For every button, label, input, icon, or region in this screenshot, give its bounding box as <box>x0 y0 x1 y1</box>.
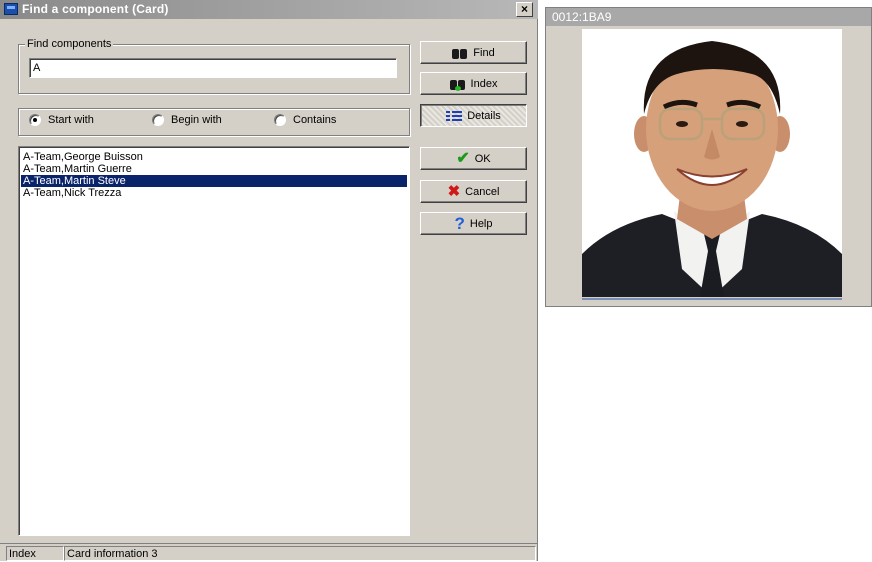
dialog-titlebar[interactable]: Find a component (Card) × <box>0 0 538 19</box>
radio-begin-with-control[interactable] <box>152 114 164 126</box>
binoculars-icon <box>452 46 468 60</box>
radio-contains-label: Contains <box>293 114 337 126</box>
checkmark-icon: ✔ <box>456 149 470 167</box>
binoculars-index-icon <box>449 77 466 91</box>
results-list[interactable]: A-Team,George Buisson A-Team,Martin Guer… <box>18 146 410 536</box>
radio-contains-control[interactable] <box>274 114 286 126</box>
close-icon: × <box>520 2 528 16</box>
photo-bottom-rule <box>582 298 842 300</box>
cancel-x-icon: ✖ <box>447 182 461 200</box>
help-button[interactable]: ? Help <box>420 212 527 235</box>
radio-start-with-label: Start with <box>48 114 94 126</box>
list-item[interactable]: A-Team,Martin Guerre <box>21 163 407 175</box>
radio-start-with[interactable]: Start with <box>29 114 94 126</box>
find-button[interactable]: Find <box>420 41 527 64</box>
list-item[interactable]: A-Team,Nick Trezza <box>21 187 407 199</box>
search-mode-group: Start with Begin with Contains <box>18 108 410 136</box>
radio-start-with-control[interactable] <box>29 114 41 126</box>
find-components-label: Find components <box>25 38 114 50</box>
help-button-label: Help <box>469 217 493 230</box>
status-mode: Index <box>6 546 64 561</box>
find-button-label: Find <box>473 46 495 59</box>
cancel-button[interactable]: ✖ Cancel <box>420 180 527 203</box>
ok-button[interactable]: ✔ OK <box>420 147 527 170</box>
find-component-dialog: Find a component (Card) × Find component… <box>0 0 538 561</box>
dialog-title: Find a component (Card) <box>22 2 169 16</box>
find-input[interactable] <box>29 58 397 78</box>
details-button-label: Details <box>467 109 501 122</box>
status-info: Card information 3 <box>64 546 536 561</box>
cardholder-photo <box>582 29 842 297</box>
index-button[interactable]: Index <box>420 72 527 95</box>
find-components-group: Find components <box>18 38 410 94</box>
status-bar: Index Card information 3 <box>0 543 537 561</box>
photo-window: 0012:1BA9 <box>545 7 872 307</box>
cancel-button-label: Cancel <box>465 185 500 198</box>
app-icon <box>4 3 18 15</box>
close-button[interactable]: × <box>516 2 533 17</box>
list-item[interactable]: A-Team,George Buisson <box>21 151 407 163</box>
radio-begin-with-label: Begin with <box>171 114 222 126</box>
index-button-label: Index <box>470 77 498 90</box>
ok-button-label: OK <box>474 152 491 165</box>
radio-contains[interactable]: Contains <box>274 114 336 126</box>
help-question-icon: ? <box>454 213 465 233</box>
radio-begin-with[interactable]: Begin with <box>152 114 222 126</box>
cardholder-portrait-image <box>582 29 842 297</box>
list-item-selected[interactable]: A-Team,Martin Steve <box>21 175 407 187</box>
photo-window-title: 0012:1BA9 <box>546 8 871 26</box>
details-button[interactable]: Details <box>420 104 527 127</box>
details-list-icon <box>446 109 463 122</box>
